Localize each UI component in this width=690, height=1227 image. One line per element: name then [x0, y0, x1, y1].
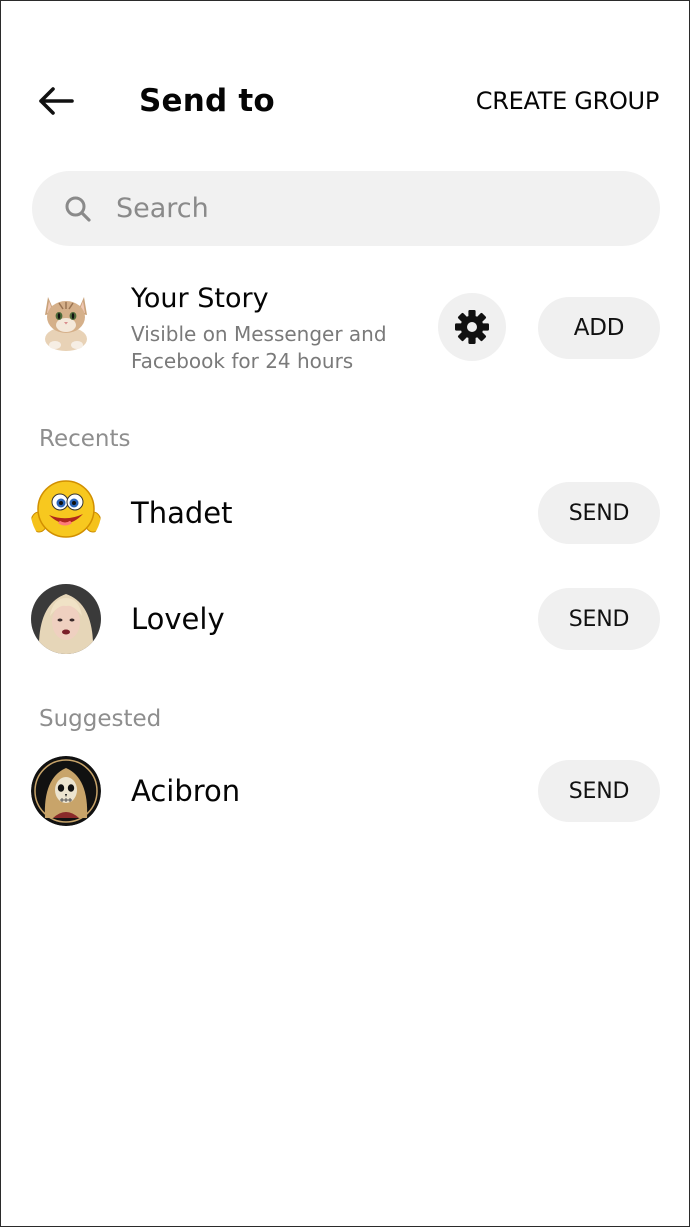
back-button[interactable] [31, 81, 79, 121]
send-button-acibron[interactable]: SEND [538, 760, 660, 822]
story-title: Your Story [131, 283, 269, 314]
avatar-acibron-skull [31, 756, 101, 826]
contact-name: Thadet [131, 496, 233, 530]
create-group-button[interactable]: CREATE GROUP [476, 85, 660, 117]
contact-row-acibron: Acibron SEND [1, 756, 689, 826]
contact-name: Lovely [131, 602, 225, 636]
search-bar[interactable] [32, 171, 660, 246]
send-button-thadet[interactable]: SEND [538, 482, 660, 544]
contact-row-lovely: Lovely SEND [1, 584, 689, 654]
avatar-lovely-photo [31, 584, 101, 654]
top-bar: Send to CREATE GROUP [1, 73, 689, 129]
screen: Send to CREATE GROUP Search Your Story V… [0, 0, 690, 1227]
add-story-button[interactable]: ADD [538, 297, 660, 359]
search-input[interactable] [114, 192, 598, 225]
page-title: Send to [139, 83, 275, 119]
search-icon [64, 195, 92, 223]
arrow-left-icon [39, 87, 74, 115]
story-avatar-cat-image [35, 289, 97, 351]
gear-icon [455, 310, 489, 344]
contact-row-thadet: Thadet SEND [1, 478, 689, 548]
contact-name: Acibron [131, 774, 241, 808]
your-story-row: Your Story Visible on Messenger and Face… [1, 281, 689, 381]
avatar-thadet-emoji [31, 478, 101, 548]
story-settings-button[interactable] [438, 293, 506, 361]
suggested-heading: Suggested [39, 706, 162, 732]
story-subtitle: Visible on Messenger and Facebook for 24… [131, 322, 387, 373]
recents-heading: Recents [39, 426, 131, 452]
send-button-lovely[interactable]: SEND [538, 588, 660, 650]
